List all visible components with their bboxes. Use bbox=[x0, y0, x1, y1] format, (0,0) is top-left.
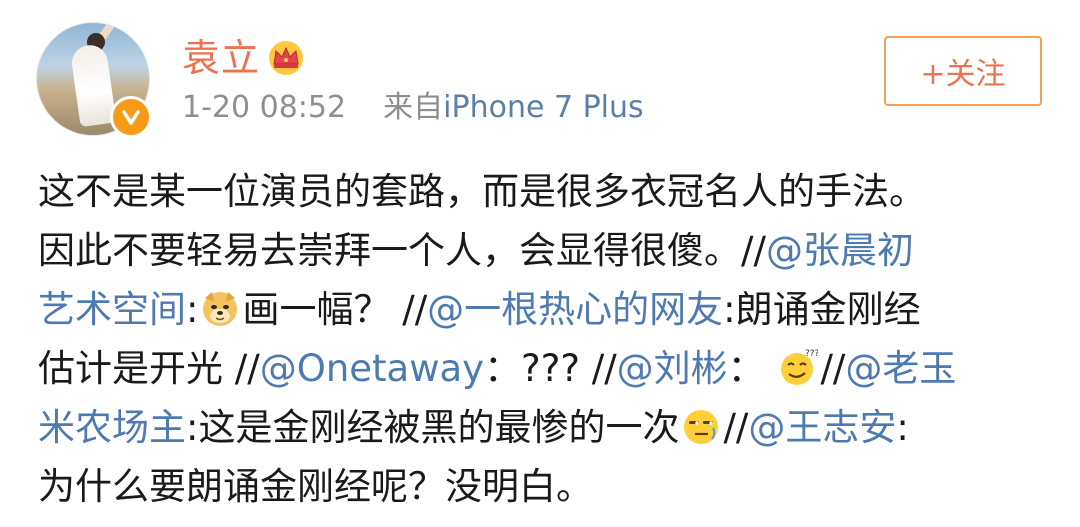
post-text: 这不是某一位演员的套路，而是很多衣冠名人的手法。 bbox=[38, 170, 926, 213]
post-body: 这不是某一位演员的套路，而是很多衣冠名人的手法。 因此不要轻易去崇拜一个人，会显得… bbox=[38, 162, 1048, 516]
post-text: :这是金刚经被黑的最惨的一次 bbox=[186, 406, 680, 449]
user-mention-link[interactable]: @刘彬 bbox=[617, 347, 728, 390]
user-mention-link[interactable]: @王志安 bbox=[748, 406, 896, 449]
user-mention-link[interactable]: @老玉 bbox=[845, 347, 956, 390]
user-mention-link[interactable]: @Onetaway bbox=[260, 347, 484, 390]
verified-icon bbox=[110, 96, 152, 138]
post-line: 为什么要朗诵金刚经呢？没明白。 bbox=[38, 457, 1048, 516]
post-text: : bbox=[186, 288, 199, 331]
source-prefix: 来自 bbox=[383, 90, 444, 125]
user-mention-link[interactable]: @一根热心的网友 bbox=[427, 288, 723, 331]
post-text: ： bbox=[727, 347, 777, 390]
post-text: // bbox=[723, 406, 749, 449]
post-line: 这不是某一位演员的套路，而是很多衣冠名人的手法。 bbox=[38, 162, 1048, 221]
user-mention-link[interactable]: @张晨初 bbox=[766, 229, 914, 272]
thinking-emoji-icon: ??? bbox=[778, 345, 820, 385]
source-device[interactable]: iPhone 7 Plus bbox=[443, 90, 644, 125]
svg-text:???: ??? bbox=[805, 349, 818, 359]
user-avatar[interactable] bbox=[36, 22, 152, 138]
post-text: 估计是开光 // bbox=[38, 347, 260, 390]
user-mention-link[interactable]: 艺术空间 bbox=[38, 288, 186, 331]
post-text: :朗诵金刚经 bbox=[723, 288, 921, 331]
post-text: // bbox=[820, 347, 846, 390]
post-text: : bbox=[896, 406, 909, 449]
user-mention-link[interactable]: 米农场主 bbox=[38, 406, 186, 449]
post-line: 估计是开光 //@Onetaway：??? //@刘彬： ???//@老玉 bbox=[38, 339, 1048, 398]
follow-button[interactable]: +关注 bbox=[884, 36, 1042, 106]
post-text: 为什么要朗诵金刚经呢？没明白。 bbox=[38, 465, 593, 508]
post-text: ：??? // bbox=[484, 347, 617, 390]
post-line: 米农场主:这是金刚经被黑的最惨的一次 //@王志安: bbox=[38, 398, 1048, 457]
username[interactable]: 袁立 bbox=[182, 36, 260, 80]
post-text: 画一幅？ // bbox=[242, 288, 428, 331]
side-eye-emoji-icon bbox=[681, 404, 721, 444]
doge-emoji-icon bbox=[200, 286, 240, 326]
post-line: 因此不要轻易去崇拜一个人，会显得很傻。//@张晨初 bbox=[38, 221, 1048, 280]
crown-icon bbox=[269, 41, 303, 75]
post-text: 因此不要轻易去崇拜一个人，会显得很傻。// bbox=[38, 229, 766, 272]
post-timestamp: 1-20 08:52 bbox=[182, 90, 347, 125]
post-line: 艺术空间: 画一幅？ //@一根热心的网友:朗诵金刚经 bbox=[38, 280, 1048, 339]
post-meta: 1-20 08:52 来自iPhone 7 Plus bbox=[182, 88, 644, 128]
